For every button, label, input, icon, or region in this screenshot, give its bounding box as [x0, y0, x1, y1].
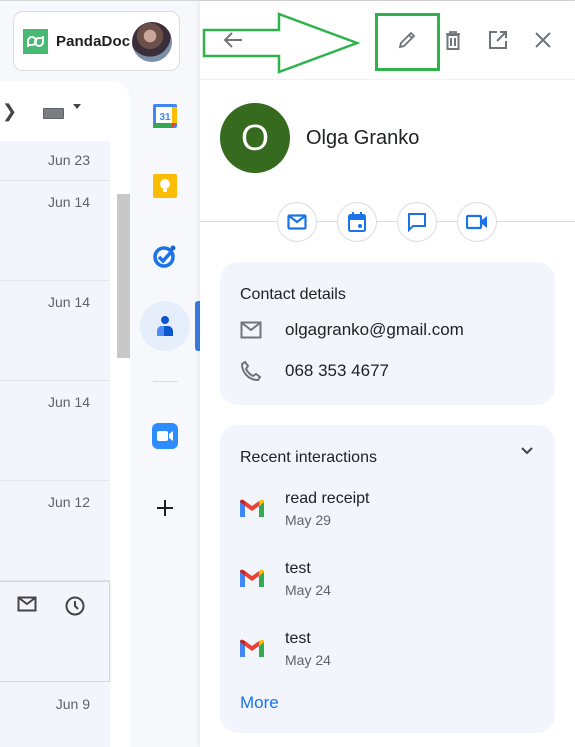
email-row[interactable]: olgagranko@gmail.com: [240, 320, 464, 340]
phone-icon: [240, 360, 262, 382]
delete-contact-button[interactable]: [438, 25, 468, 55]
mail-date: Jun 9: [55, 696, 90, 712]
contact-avatar: O: [220, 103, 290, 173]
contact-details-title: Contact details: [240, 286, 346, 303]
video-call-button[interactable]: [457, 202, 497, 242]
mail-row[interactable]: Jun 14: [0, 381, 110, 481]
contact-header: O Olga Granko: [220, 103, 419, 173]
account-switcher[interactable]: PandaDoc: [13, 11, 180, 71]
mail-rows: Jun 23 Jun 14 Jun 14 Jun 14 Jun 12 Jun 9: [0, 141, 110, 747]
brand-name: PandaDoc: [56, 32, 131, 50]
chevron-right-icon[interactable]: ❯: [2, 101, 17, 122]
contact-name: Olga Granko: [306, 126, 420, 149]
mail-row[interactable]: Jun 14: [0, 281, 110, 381]
rail-divider: [153, 381, 178, 382]
interaction-date: May 24: [285, 582, 331, 598]
snooze-clock-icon[interactable]: [65, 596, 85, 621]
calendar-icon: 31: [153, 104, 177, 128]
rail-calendar[interactable]: 31: [140, 91, 190, 141]
caret-down-icon[interactable]: [73, 104, 81, 109]
more-interactions-link[interactable]: More: [240, 693, 279, 713]
interaction-meta: test May 24: [285, 629, 331, 671]
gmail-icon: [240, 569, 264, 587]
chevron-down-icon[interactable]: [521, 447, 533, 455]
mail-row[interactable]: Jun 9: [0, 682, 110, 747]
close-panel-button[interactable]: [528, 25, 558, 55]
trash-icon: [446, 30, 460, 50]
keep-icon: [153, 174, 177, 198]
mail-date: Jun 14: [47, 394, 90, 410]
interaction-date: May 24: [285, 652, 331, 668]
contact-details-card: Contact details olgagranko@gmail.com 068…: [220, 262, 555, 405]
scrollbar-thumb[interactable]: [117, 194, 130, 358]
row-hover-actions: [17, 596, 85, 621]
interaction-meta: read receipt May 29: [285, 489, 370, 531]
open-in-new-icon: [489, 31, 507, 49]
back-button[interactable]: [218, 25, 248, 55]
interaction-date: May 29: [285, 512, 331, 528]
interaction-item[interactable]: test May 24: [240, 559, 331, 601]
svg-text:31: 31: [159, 112, 171, 123]
rail-zoom[interactable]: [140, 411, 190, 461]
mail-date: Jun 14: [47, 294, 90, 310]
mail-row[interactable]: Jun 23: [0, 141, 110, 181]
contact-email[interactable]: olgagranko@gmail.com: [285, 320, 464, 340]
recent-interactions-title: Recent interactions: [240, 449, 377, 466]
rail-tasks[interactable]: [140, 231, 190, 281]
interaction-subject: test: [285, 560, 311, 577]
mail-list-panel: ❯ Jun 23 Jun 14 Jun 14 Jun 14 Jun 12 Jun…: [0, 81, 130, 747]
mail-toolbar: ❯: [0, 81, 130, 141]
plus-icon: [157, 500, 173, 516]
mail-date: Jun 23: [47, 152, 90, 168]
mail-date: Jun 14: [47, 194, 90, 210]
actions-divider: [200, 221, 575, 222]
close-icon: [535, 32, 551, 48]
user-avatar[interactable]: [132, 22, 172, 62]
zoom-icon: [152, 423, 178, 449]
keyboard-icon[interactable]: [43, 108, 64, 119]
interaction-meta: test May 24: [285, 559, 331, 601]
tasks-icon: [153, 245, 176, 268]
edit-contact-button[interactable]: [392, 25, 422, 55]
email-outline-icon: [240, 321, 262, 339]
rail-keep[interactable]: [140, 161, 190, 211]
schedule-event-button[interactable]: [337, 202, 377, 242]
pencil-icon: [398, 31, 416, 49]
recent-interactions-card: Recent interactions read receipt May 29 …: [220, 425, 555, 733]
mark-unread-icon[interactable]: [17, 596, 37, 621]
pandadoc-logo-icon: [23, 28, 48, 54]
calendar-event-icon: [348, 212, 366, 232]
contact-phone[interactable]: 068 353 4677: [285, 361, 389, 381]
rail-add-addons[interactable]: [140, 483, 190, 533]
interaction-item[interactable]: test May 24: [240, 629, 331, 671]
open-in-new-button[interactable]: [483, 25, 513, 55]
mail-row[interactable]: Jun 14: [0, 181, 110, 281]
gmail-icon: [240, 499, 264, 517]
gmail-icon: [240, 639, 264, 657]
mail-row-hovered[interactable]: [0, 581, 110, 682]
video-icon: [466, 214, 487, 230]
back-arrow-icon: [223, 32, 242, 48]
mail-date: Jun 12: [47, 494, 90, 510]
contact-side-panel: O Olga Granko Contact details olgagranko…: [200, 1, 575, 747]
rail-contacts[interactable]: [140, 301, 190, 351]
mail-row[interactable]: Jun 12: [0, 481, 110, 581]
panel-header: [200, 1, 575, 80]
interaction-subject: read receipt: [285, 490, 370, 507]
send-email-button[interactable]: [277, 202, 317, 242]
contacts-icon: [157, 316, 173, 336]
interaction-item[interactable]: read receipt May 29: [240, 489, 370, 531]
chat-icon: [408, 213, 426, 232]
chat-button[interactable]: [397, 202, 437, 242]
interaction-subject: test: [285, 630, 311, 647]
email-icon: [287, 214, 307, 230]
phone-row[interactable]: 068 353 4677: [240, 360, 389, 382]
side-app-rail: 31: [130, 81, 200, 747]
